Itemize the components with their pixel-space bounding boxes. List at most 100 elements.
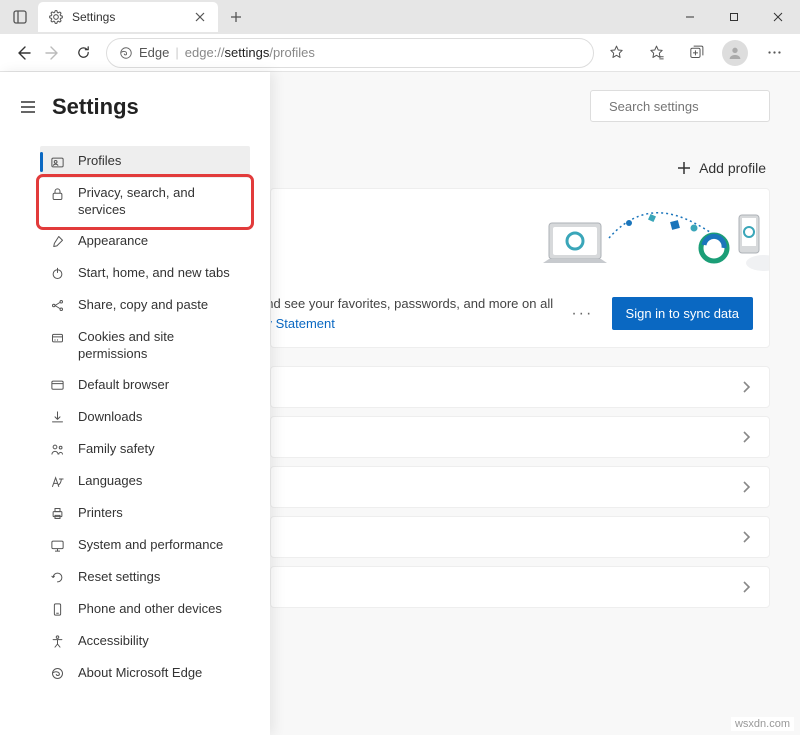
url-separator: | [175,45,178,60]
nav-privacy[interactable]: Privacy, search, and services [40,178,250,226]
favorites-list-button[interactable] [642,39,670,67]
window-close-button[interactable] [756,0,800,34]
url-brand: Edge [139,45,169,60]
nav-default-browser[interactable]: Default browser [40,370,250,402]
toolbar-right [602,39,792,67]
nav-family[interactable]: Family safety [40,434,250,466]
close-icon [773,12,783,22]
profile-avatar-button[interactable] [722,40,748,66]
reset-icon [48,569,66,587]
hero-text: and see your favorites, passwords, and m… [270,294,553,333]
paintbrush-icon [48,233,66,251]
nav-printers[interactable]: Printers [40,498,250,530]
edge-icon [48,665,66,683]
tab-actions-button[interactable] [6,3,34,31]
minimize-icon [685,12,695,22]
forward-button[interactable] [38,38,68,68]
maximize-icon [729,12,739,22]
collections-icon [688,44,705,61]
nav-start-home[interactable]: Start, home, and new tabs [40,258,250,290]
window-controls [668,0,800,34]
nav-profiles[interactable]: Profiles [40,146,250,178]
hero-illustration [539,203,739,283]
list-item[interactable] [270,566,770,608]
new-tab-button[interactable] [222,3,250,31]
nav-label: Printers [78,505,242,522]
profile-section-list [270,366,770,608]
settings-nav: Profiles Privacy, search, and services A… [0,142,270,690]
titlebar-left: Settings [0,0,256,34]
nav-label: Start, home, and new tabs [78,265,242,282]
nav-label: Family safety [78,441,242,458]
nav-label: Languages [78,473,242,490]
favorites-star-button[interactable] [602,39,630,67]
nav-label: Phone and other devices [78,601,242,618]
tab-title: Settings [72,10,192,24]
chevron-right-icon [741,480,751,494]
page-title: Settings [52,94,139,120]
add-profile-row: Add profile [270,160,770,176]
person-icon [727,45,743,61]
nav-appearance[interactable]: Appearance [40,226,250,258]
languages-icon [48,473,66,491]
accessibility-icon [48,633,66,651]
chevron-right-icon [741,530,751,544]
collections-button[interactable] [682,39,710,67]
add-profile-button[interactable]: Add profile [677,160,766,176]
nav-label: Share, copy and paste [78,297,242,314]
search-wrap [270,90,770,122]
nav-label: Appearance [78,233,242,250]
plus-icon [230,11,242,23]
nav-accessibility[interactable]: Accessibility [40,626,250,658]
sidebar-toggle-button[interactable] [16,95,40,119]
chevron-right-icon [741,380,751,394]
sync-signin-button[interactable]: Sign in to sync data [612,297,753,330]
hamburger-icon [20,99,36,115]
nav-reset[interactable]: Reset settings [40,562,250,594]
nav-label: Cookies and site permissions [78,329,242,363]
nav-phone[interactable]: Phone and other devices [40,594,250,626]
browser-icon [48,377,66,395]
privacy-statement-link[interactable]: cy Statement [270,316,335,331]
window-maximize-button[interactable] [712,0,756,34]
lock-icon [48,185,66,203]
plus-icon [677,161,691,175]
list-item[interactable] [270,516,770,558]
refresh-button[interactable] [68,38,98,68]
arrow-left-icon [15,45,31,61]
nav-cookies[interactable]: Cookies and site permissions [40,322,250,370]
tab-close-button[interactable] [192,9,208,25]
chevron-right-icon [741,580,751,594]
profile-icon [48,153,66,171]
list-item[interactable] [270,466,770,508]
more-menu-button[interactable] [760,39,788,67]
url-field[interactable]: Edge | edge://settings/profiles [106,38,594,68]
close-icon [195,12,205,22]
nav-label: System and performance [78,537,242,554]
nav-label: About Microsoft Edge [78,665,242,682]
gear-icon [48,9,64,25]
nav-downloads[interactable]: Downloads [40,402,250,434]
list-item[interactable] [270,416,770,458]
nav-system[interactable]: System and performance [40,530,250,562]
list-item[interactable] [270,366,770,408]
browser-tab[interactable]: Settings [38,2,218,32]
nav-languages[interactable]: Languages [40,466,250,498]
edge-logo-icon [119,46,133,60]
nav-about[interactable]: About Microsoft Edge [40,658,250,690]
download-icon [48,409,66,427]
window-titlebar: Settings [0,0,800,34]
settings-content: Add profile [270,72,800,735]
hero-more-button[interactable]: ··· [565,305,599,323]
chevron-right-icon [741,430,751,444]
address-bar: Edge | edge://settings/profiles [0,34,800,72]
settings-search[interactable] [590,90,770,122]
tab-actions-icon [13,10,27,24]
back-button[interactable] [8,38,38,68]
family-icon [48,441,66,459]
nav-share[interactable]: Share, copy and paste [40,290,250,322]
nav-label: Profiles [78,153,242,170]
power-icon [48,265,66,283]
window-minimize-button[interactable] [668,0,712,34]
search-input[interactable] [609,99,785,114]
